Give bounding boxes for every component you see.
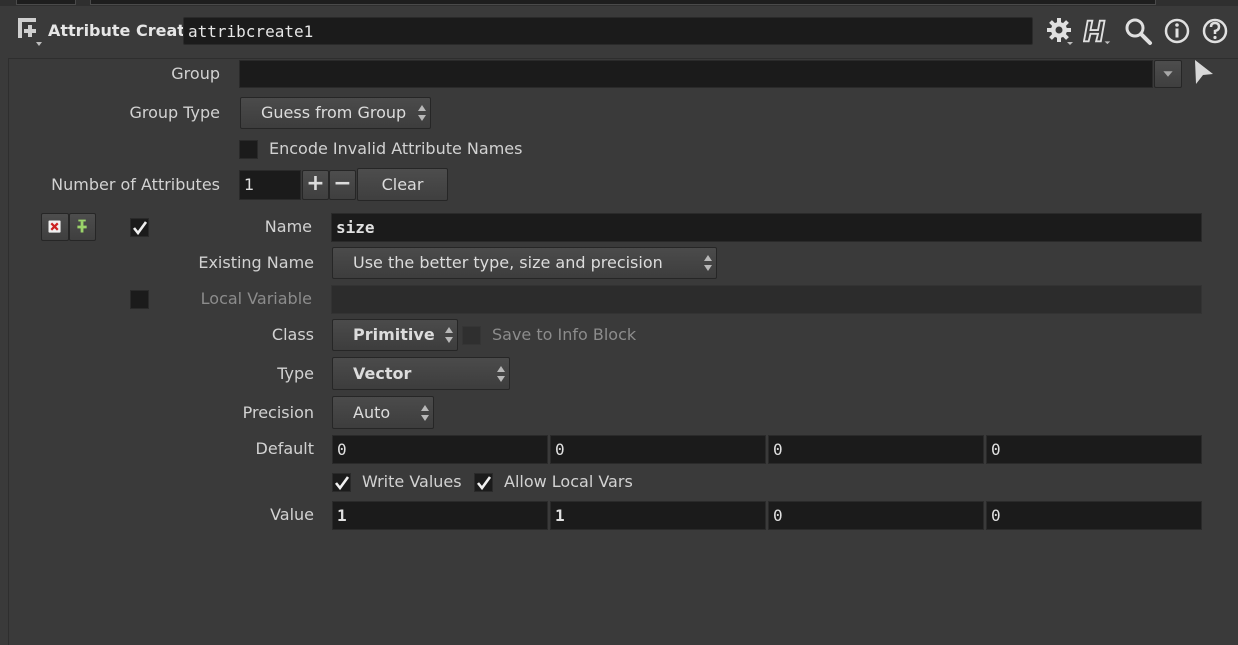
chevron-down-icon [1163, 71, 1173, 77]
group-type-value: Guess from Group [261, 103, 407, 122]
default-label: Default [255, 439, 314, 458]
group-label: Group [171, 64, 220, 83]
parameter-header: Attribute Create attribcreate1 [0, 6, 1238, 52]
save-info-label: Save to Info Block [492, 325, 637, 344]
value-x-input[interactable]: 1 [332, 501, 548, 530]
type-value: Vector [353, 364, 412, 383]
encode-invalid-label: Encode Invalid Attribute Names [269, 139, 523, 158]
type-menu[interactable]: Vector [332, 357, 510, 390]
precision-value: Auto [353, 403, 391, 422]
value-y-input[interactable]: 1 [550, 501, 766, 530]
class-menu[interactable]: Primitive [332, 319, 458, 351]
updown-arrow-icon [704, 255, 712, 271]
select-arrow-icon[interactable] [1192, 58, 1216, 88]
checkmark-icon [334, 476, 350, 491]
value-w-input[interactable]: 0 [986, 501, 1202, 530]
existing-name-menu[interactable]: Use the better type, size and precision [332, 247, 717, 279]
clear-button[interactable]: Clear [357, 168, 448, 201]
updown-arrow-icon [421, 404, 429, 421]
allow-local-vars-label: Allow Local Vars [504, 472, 633, 491]
allow-local-vars-checkbox[interactable] [474, 473, 493, 492]
parameter-panel [8, 58, 1238, 645]
tab-segment [16, 0, 76, 5]
local-variable-input[interactable] [331, 285, 1202, 314]
group-input[interactable] [239, 60, 1153, 88]
encode-invalid-checkbox[interactable] [239, 140, 258, 159]
class-value: Primitive [353, 325, 435, 344]
name-label: Name [264, 217, 312, 236]
tab-segment [90, 0, 1156, 5]
default-w-input[interactable]: 0 [986, 435, 1202, 464]
node-type-icon[interactable] [16, 16, 42, 48]
search-icon[interactable] [1123, 16, 1153, 46]
precision-menu[interactable]: Auto [332, 396, 434, 429]
default-z-input[interactable]: 0 [768, 435, 984, 464]
info-icon[interactable] [1162, 16, 1192, 46]
type-label: Type [277, 364, 314, 383]
updown-arrow-icon [497, 365, 505, 382]
node-type-label: Attribute Create [48, 21, 196, 40]
remove-attribute-button[interactable]: − [329, 170, 356, 200]
value-z-input[interactable]: 0 [768, 501, 984, 530]
default-x-input[interactable]: 0 [332, 435, 548, 464]
updown-arrow-icon [418, 105, 426, 121]
save-info-checkbox[interactable] [462, 326, 481, 345]
num-attributes-label: Number of Attributes [51, 175, 220, 194]
insert-plus-icon [77, 219, 87, 233]
num-attributes-input[interactable]: 1 [239, 170, 301, 200]
existing-name-value: Use the better type, size and precision [353, 253, 663, 272]
precision-label: Precision [242, 403, 314, 422]
remove-instance-button[interactable] [41, 213, 69, 241]
updown-arrow-icon [445, 327, 453, 343]
name-input[interactable]: size [331, 213, 1202, 242]
value-label: Value [270, 505, 314, 524]
local-variable-label: Local Variable [200, 289, 312, 308]
write-values-checkbox[interactable] [332, 473, 351, 492]
houdini-help-icon[interactable] [1083, 16, 1113, 46]
default-y-input[interactable]: 0 [550, 435, 766, 464]
class-label: Class [271, 325, 314, 344]
gear-icon[interactable] [1045, 16, 1075, 46]
checkmark-icon [476, 476, 492, 491]
write-values-label: Write Values [362, 472, 462, 491]
existing-name-label: Existing Name [198, 253, 314, 272]
close-icon [48, 220, 61, 233]
group-type-menu[interactable]: Guess from Group [240, 97, 431, 129]
insert-instance-button[interactable] [69, 213, 96, 241]
group-dropdown-button[interactable] [1154, 60, 1182, 88]
group-type-label: Group Type [129, 103, 220, 122]
node-name-field[interactable]: attribcreate1 [183, 17, 1033, 45]
help-icon[interactable] [1200, 16, 1230, 46]
add-attribute-button[interactable]: + [302, 170, 329, 200]
